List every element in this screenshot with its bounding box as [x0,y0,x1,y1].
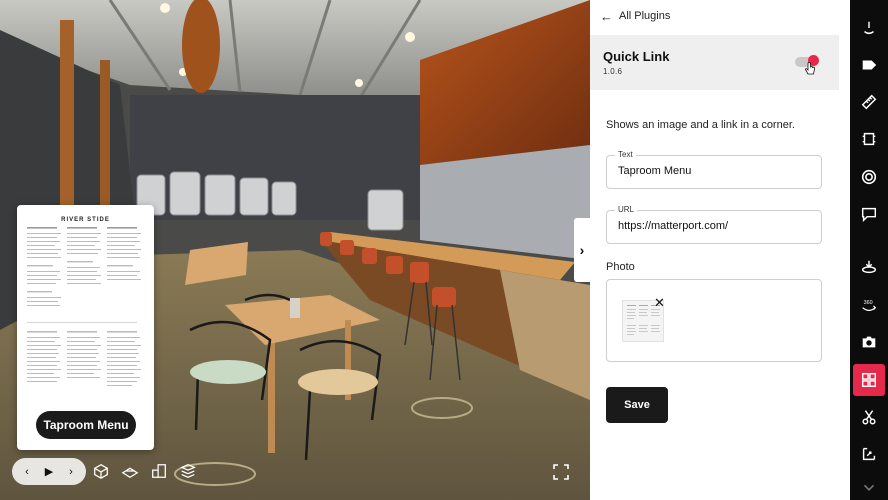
toolbar-item-scissors[interactable] [853,401,885,433]
text-field-label: Text [615,150,636,159]
fullscreen-icon[interactable] [552,463,570,481]
plugin-description: Shows an image and a link in a corner. [606,119,795,131]
hand-cursor-icon [805,62,815,75]
floor-icon [861,260,877,274]
save-button[interactable]: Save [606,387,668,423]
view-mode-icons [92,462,197,480]
url-field: URL [606,205,822,244]
floorplan-icon[interactable] [150,462,168,480]
svg-text:360: 360 [864,300,873,306]
back-to-plugins-link[interactable]: ← All Plugins [600,8,671,24]
tag-icon [862,60,877,70]
toolbar-item-tag[interactable] [853,49,885,81]
plugin-name: Quick Link [603,49,670,64]
plugin-version: 1.0.6 [603,67,623,76]
player-controls: ‹ ▶ › [12,458,86,485]
floors-icon[interactable] [179,462,197,480]
right-toolbar: 360 [850,0,888,500]
text-field: Text [606,150,822,189]
back-link-label: All Plugins [619,10,671,22]
hotspot-icon [864,21,874,35]
toolbar-item-target[interactable] [853,161,885,193]
url-field-label: URL [615,205,638,214]
collapse-panel-button[interactable]: › [574,218,590,282]
target-icon [861,169,877,185]
quick-link-card[interactable]: RIVER STIDE Taproom Menu [17,205,154,450]
quick-link-button[interactable]: Taproom Menu [36,411,136,439]
toolbar-item-360[interactable]: 360 [853,289,885,321]
toolbar-item-comment[interactable] [853,198,885,230]
play-icon[interactable]: ▶ [40,465,58,478]
rotate-360-icon: 360 [862,300,877,312]
toolbar-item-fit[interactable] [853,438,885,470]
dollhouse-icon[interactable] [92,462,110,480]
toolbar-item-floor[interactable] [853,251,885,283]
toolbar-item-more[interactable] [853,472,885,500]
scissors-icon [862,410,876,425]
menu-card-image [27,227,141,386]
floorplan-3d-icon[interactable] [121,462,139,480]
previous-icon[interactable]: ‹ [18,466,36,478]
plugin-panel: ← All Plugins Quick Link 1.0.6 Shows an … [590,0,850,500]
text-input[interactable] [618,165,814,177]
photo-label: Photo [606,261,635,273]
toolbar-item-top[interactable] [853,12,885,44]
fit-icon [862,447,876,461]
next-icon[interactable]: › [62,466,80,478]
comment-icon [861,207,877,223]
plugin-header: Quick Link 1.0.6 [590,35,839,90]
toolbar-item-camera[interactable] [853,326,885,358]
ruler-icon [861,94,877,110]
toolbar-item-measure[interactable] [853,86,885,118]
crop-icon [862,132,876,146]
remove-photo-icon[interactable]: ✕ [654,296,665,309]
back-arrow-icon: ← [600,8,613,24]
chevron-down-icon [863,484,875,491]
menu-card-title: RIVER STIDE [61,217,110,223]
url-input[interactable] [618,220,814,232]
3d-viewer[interactable]: RIVER STIDE Taproom Menu ‹ ▶ › › [0,0,590,500]
camera-icon [862,336,876,348]
toolbar-item-crop[interactable] [853,123,885,155]
toolbar-item-plugins[interactable] [853,364,885,396]
plugins-icon [861,372,877,388]
photo-upload-area[interactable]: ✕ [606,279,822,362]
